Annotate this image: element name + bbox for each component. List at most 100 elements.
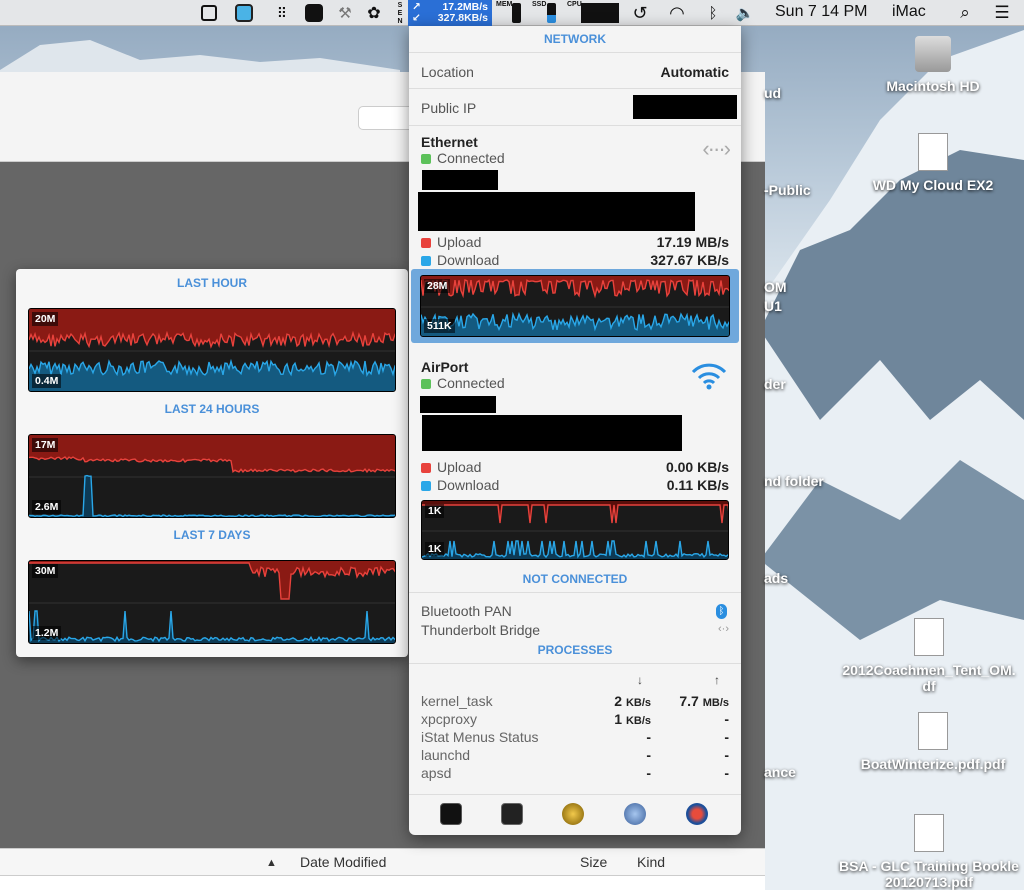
- hard-drive-icon: [915, 36, 951, 72]
- desktop-icon-label: Macintosh HD: [886, 78, 980, 94]
- desktop-icon-label: WD My Cloud EX2: [872, 177, 994, 193]
- menubar-clock[interactable]: Sun 7 14 PM: [775, 3, 868, 21]
- clipped-label: nd folder: [764, 473, 824, 489]
- finder-list-area: [0, 876, 765, 890]
- redacted-address: [422, 415, 682, 451]
- menubar-user[interactable]: iMac: [892, 3, 926, 21]
- airport-status-text: Connected: [437, 375, 505, 391]
- time-machine-icon[interactable]: ↺: [628, 3, 652, 23]
- column-date-modified[interactable]: Date Modified: [300, 854, 386, 870]
- column-kind[interactable]: Kind: [637, 854, 665, 870]
- airport-graph: 1K 1K: [421, 500, 729, 560]
- bluetooth-icon[interactable]: ᛒ: [704, 3, 722, 23]
- cpu-graph-icon[interactable]: [581, 3, 619, 23]
- process-upload: -: [724, 711, 729, 727]
- graph-min-label: 1K: [425, 542, 445, 556]
- history-title-24h: LAST 24 HOURS: [164, 402, 260, 416]
- ethernet-port-icon: ‹···›: [702, 136, 731, 161]
- desktop-icon-label: 2012Coachmen_Tent_OM.: [842, 662, 1016, 678]
- process-upload: -: [724, 747, 729, 763]
- menu-bar: ⠿ ⚒ ✿ SEN ↗ ↙ 17.2MB/s 327.8KB/s MEM SSD…: [0, 0, 1024, 26]
- clipped-label: -Public: [764, 182, 811, 198]
- cpu-label: CPU: [567, 1, 582, 8]
- ethernet-status: Connected: [421, 150, 729, 166]
- graph-min-label: 2.6M: [32, 500, 62, 514]
- network-dropdown: NETWORK Location Automatic Public IP Eth…: [409, 26, 741, 835]
- desktop-icon-wd-my-cloud[interactable]: WD My Cloud EX2: [838, 133, 1024, 193]
- process-upload-value: 7.7: [679, 693, 699, 709]
- process-upload: -: [724, 765, 729, 781]
- notification-center-icon[interactable]: ☰: [990, 3, 1014, 23]
- sensor-label: SEN: [397, 2, 403, 25]
- desktop-icon-bsa-glc[interactable]: BSA - GLC Training Bookle 20120713.pdf: [834, 814, 1024, 890]
- desktop-icon-boatwinterize[interactable]: BoatWinterize.pdf.pdf: [838, 712, 1024, 772]
- desktop-icon-coachmen[interactable]: 2012Coachmen_Tent_OM. df: [834, 618, 1024, 694]
- tool-icon[interactable]: ⚒: [334, 3, 356, 23]
- upload-dot-icon: [421, 238, 431, 248]
- ethernet-status-text: Connected: [437, 150, 505, 166]
- pdf-document-icon: [914, 618, 944, 656]
- connected-dot-icon: [421, 379, 431, 389]
- divider: [409, 125, 741, 126]
- bluetooth-icon: ᛒ: [716, 604, 727, 619]
- process-name: apsd: [421, 765, 452, 781]
- bluetooth-pan-label: Bluetooth PAN: [421, 603, 512, 619]
- process-row: iStat Menus Status - -: [421, 729, 729, 747]
- desktop-icon-label: df: [922, 678, 936, 694]
- ethernet-download-value: 327.67 KB/s: [650, 252, 729, 268]
- history-title-7d: LAST 7 DAYS: [173, 528, 251, 542]
- flower-icon[interactable]: ✿: [363, 3, 385, 23]
- shield-app-icon[interactable]: [304, 3, 324, 23]
- divider: [409, 794, 741, 795]
- disk-gauge-icon[interactable]: [545, 3, 557, 23]
- pdf-document-icon: [914, 814, 944, 852]
- ethernet-title: Ethernet: [421, 134, 478, 150]
- process-row: apsd - -: [421, 765, 729, 783]
- location-value[interactable]: Automatic: [661, 64, 729, 80]
- istat-menus-icon[interactable]: [686, 803, 708, 825]
- redacted-ip: [633, 95, 737, 119]
- desktop-icon-macintosh-hd[interactable]: Macintosh HD: [838, 36, 1024, 94]
- network-utility-icon[interactable]: [562, 803, 584, 825]
- desktop-icon-label: BoatWinterize.pdf.pdf: [860, 756, 1006, 772]
- process-upload-unit: MB/s: [702, 697, 729, 709]
- graph-last-24-hours: 17M 2.6M: [28, 434, 396, 518]
- divider: [409, 663, 741, 664]
- activity-monitor-icon[interactable]: [440, 803, 462, 825]
- download-column-arrow-icon: ↓: [637, 673, 643, 687]
- redacted-ip: [422, 170, 498, 190]
- history-panel: LAST HOUR 20M 0.4M LAST 24 HOURS 17M 2.6…: [16, 269, 408, 657]
- sort-chevron-icon[interactable]: ▲: [266, 857, 277, 869]
- window-icon[interactable]: [199, 3, 219, 23]
- memory-gauge-icon[interactable]: [510, 3, 522, 23]
- network-globe-icon[interactable]: [624, 803, 646, 825]
- graph-max-label: 30M: [32, 564, 59, 578]
- download-label-text: Download: [437, 252, 500, 268]
- wifi-signal-icon: [691, 363, 727, 390]
- app-status-icon[interactable]: [234, 3, 254, 23]
- network-menu-extra[interactable]: ↗ ↙ 17.2MB/s 327.8KB/s: [408, 0, 492, 26]
- process-upload-value: -: [724, 765, 729, 781]
- column-size[interactable]: Size: [580, 854, 607, 870]
- desktop-icon-label: BSA - GLC Training Bookle: [839, 858, 1019, 874]
- airport-status: Connected: [421, 375, 729, 391]
- graph-max-label: 1K: [425, 504, 445, 518]
- volume-icon[interactable]: 🔈: [735, 3, 755, 23]
- process-download-unit: KB/s: [625, 697, 651, 709]
- divider: [409, 52, 741, 53]
- clipped-label: U1: [764, 298, 782, 314]
- ethernet-graph-highlight[interactable]: 28M 511K: [411, 269, 739, 343]
- clipped-label: ud: [764, 85, 782, 101]
- graph-max-label: 17M: [32, 438, 59, 452]
- dots-grid-icon[interactable]: ⠿: [270, 3, 294, 23]
- document-icon: [918, 133, 948, 171]
- process-download-value: 2: [614, 693, 623, 709]
- airport-upload-value: 0.00 KB/s: [665, 459, 729, 475]
- graph-min-label: 1.2M: [32, 626, 62, 640]
- terminal-icon[interactable]: [501, 803, 523, 825]
- wifi-icon[interactable]: ◠: [665, 3, 689, 23]
- process-download-value: -: [646, 765, 651, 781]
- finder-column-headers: ▲ Date Modified Size Kind: [0, 848, 765, 876]
- upload-label-text: Upload: [437, 234, 482, 250]
- spotlight-search-icon[interactable]: ⌕: [955, 3, 975, 23]
